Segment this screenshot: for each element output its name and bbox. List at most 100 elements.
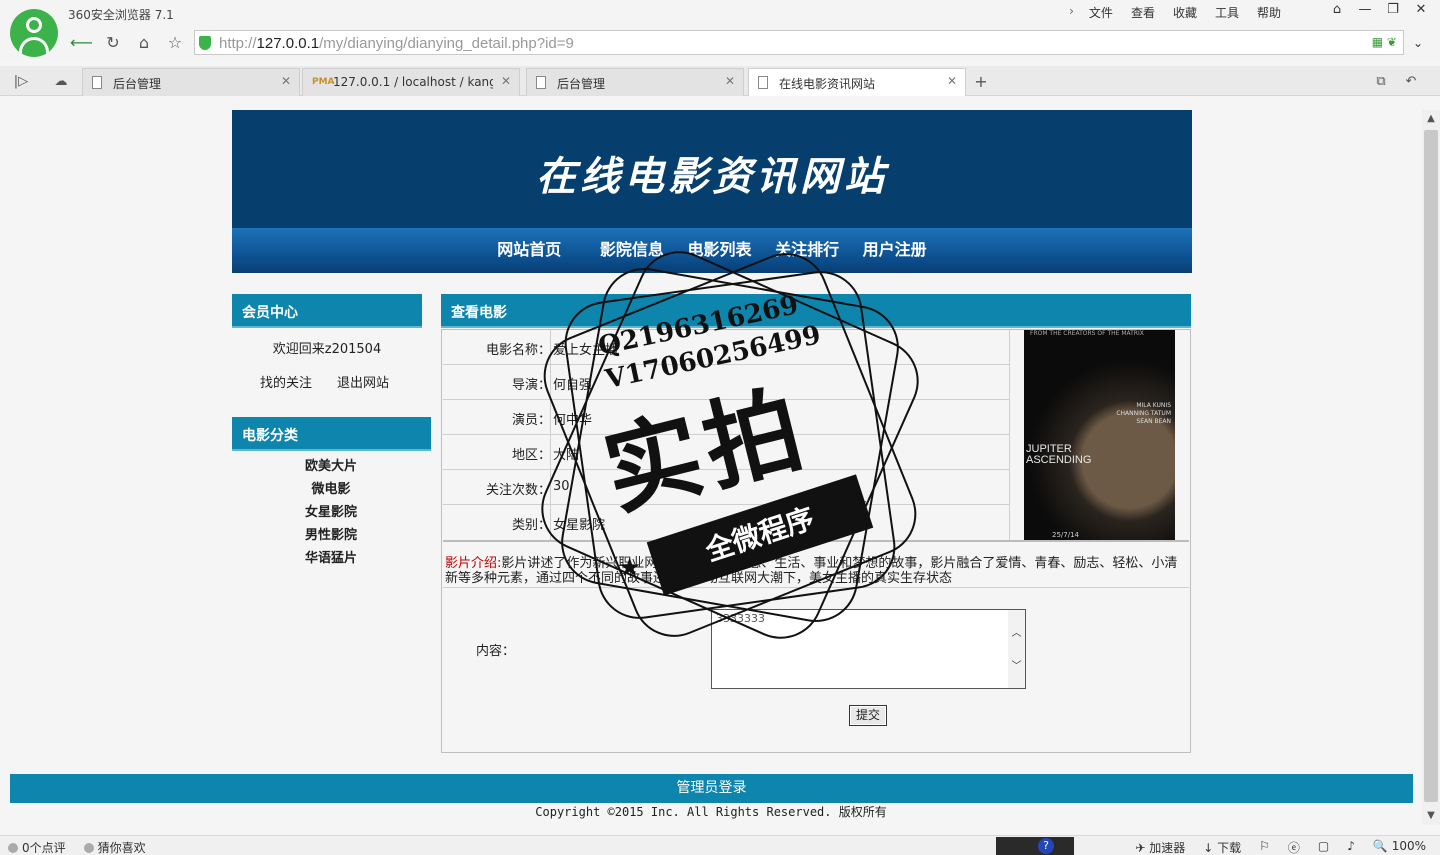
skin-icon[interactable]: ⌂ [1326, 2, 1348, 17]
detail-row: 关注次数： 30 [443, 470, 1009, 505]
tab-bar: |▷ ☁ 后台管理 ✕ PMA 127.0.0.1 / localhost / … [0, 66, 1440, 96]
nav-follow-rank[interactable]: 关注排行 [775, 240, 839, 259]
comment-icon [8, 843, 18, 853]
home-icon[interactable]: ⌂ [133, 32, 155, 54]
qr-leaf-icon[interactable]: ▦ ❦ [1372, 35, 1397, 49]
tab-close-icon[interactable]: ✕ [501, 74, 511, 88]
maximize-icon[interactable]: ❐ [1382, 2, 1404, 17]
window-icon[interactable]: ▢ [1318, 839, 1329, 855]
menu-help[interactable]: 帮助 [1248, 4, 1290, 21]
category-title: 电影分类 [232, 417, 431, 451]
page-icon [758, 76, 768, 89]
divider [443, 587, 1189, 588]
detail-row: 演员： 何中华 [443, 400, 1009, 435]
help-icon: ? [1038, 838, 1054, 854]
nav-cinema-info[interactable]: 影院信息 [600, 240, 664, 259]
movie-intro: 影片介绍:影片讲述了作为新兴职业网络主播们有关情感、生活、事业和梦想的故事，影片… [443, 556, 1188, 586]
tab-movie-site[interactable]: 在线电影资讯网站 ✕ [748, 68, 966, 96]
nav-home[interactable]: 网站首页 [497, 240, 561, 259]
refresh-icon[interactable]: ↻ [102, 32, 124, 54]
detail-row: 类别： 女星影院 [443, 505, 1009, 540]
nav-register[interactable]: 用户注册 [863, 240, 927, 259]
category-western[interactable]: 欧美大片 [232, 455, 430, 474]
movie-name: 爱上女主播 [553, 343, 619, 358]
divider [443, 540, 1189, 542]
heart-icon [83, 843, 94, 853]
site-title: 在线电影资讯网站 [536, 153, 888, 200]
submit-button[interactable]: 提交 [849, 705, 887, 726]
flag-icon[interactable]: ⚐ [1259, 839, 1270, 855]
tab-phpmyadmin[interactable]: PMA 127.0.0.1 / localhost / kang_ ✕ [302, 68, 520, 96]
admin-login-link[interactable]: 管理员登录 [10, 774, 1413, 803]
category: 女星影院 [553, 518, 606, 533]
scroll-thumb[interactable] [1424, 130, 1438, 802]
tab-admin-1[interactable]: 后台管理 ✕ [82, 68, 300, 96]
comment-textarea[interactable]: 3333333 ︿ ﹀ [711, 609, 1026, 689]
intro-label: 影片介绍: [445, 556, 502, 571]
category-chinese[interactable]: 华语猛片 [232, 547, 430, 566]
logout-link[interactable]: 退出网站 [337, 372, 389, 391]
page-icon [92, 76, 102, 89]
zoom-level[interactable]: 🔍 100% [1373, 839, 1426, 855]
site-banner: 在线电影资讯网站 [232, 110, 1192, 228]
textarea-scrollbar[interactable]: ︿ ﹀ [1008, 610, 1025, 688]
intro-text: 影片讲述了作为新兴职业网络主播们有关情感、生活、事业和梦想的故事，影片融合了爱情… [445, 556, 1178, 586]
user-avatar[interactable] [10, 9, 58, 57]
site-nav: 网站首页 影院信息 电影列表 关注排行 用户注册 [232, 228, 1192, 273]
table-divider [1009, 330, 1010, 541]
minimize-icon[interactable]: — [1354, 2, 1376, 17]
close-window-icon[interactable]: ✕ [1410, 2, 1432, 17]
detail-title: 查看电影 [441, 294, 1191, 328]
ie-icon[interactable]: ⓔ [1288, 839, 1300, 855]
menu-file[interactable]: 文件 [1080, 4, 1122, 21]
comments-status[interactable]: 0个点评 [8, 839, 66, 855]
menu-tools[interactable]: 工具 [1206, 4, 1248, 21]
director: 何自强 [553, 378, 593, 393]
ime-toolbar[interactable]: ? [996, 837, 1074, 855]
scroll-down-icon[interactable]: ▼ [1422, 807, 1440, 825]
content-label: 内容： [476, 644, 516, 659]
browser-titlebar: 360安全浏览器 7.1 › 文件 查看 收藏 工具 帮助 ⌂ — ❐ ✕ [0, 0, 1440, 28]
url-text[interactable]: http://127.0.0.1/my/dianying/dianying_de… [219, 35, 574, 52]
tab-close-icon[interactable]: ✕ [281, 74, 291, 88]
back-icon[interactable]: ⟵ [70, 32, 93, 54]
menu-expand-icon[interactable]: › [1063, 4, 1080, 21]
volume-icon[interactable]: ♪ [1347, 839, 1355, 855]
tab-list-icon[interactable]: ⧉ [1370, 71, 1392, 93]
tab-admin-2[interactable]: 后台管理 ✕ [526, 68, 744, 96]
menu-favorites[interactable]: 收藏 [1164, 4, 1206, 21]
window-controls: ⌂ — ❐ ✕ [1326, 2, 1432, 17]
nav-movie-list[interactable]: 电影列表 [687, 240, 751, 259]
category-micro[interactable]: 微电影 [232, 478, 430, 497]
bookmark-star-icon[interactable]: ☆ [164, 32, 186, 54]
browser-statusbar: 0个点评 猜你喜欢 ? ✈ 加速器 ↓ 下载 ⚐ ⓔ ▢ ♪ 🔍 100% [0, 835, 1440, 855]
menu-view[interactable]: 查看 [1122, 4, 1164, 21]
category-actress[interactable]: 女星影院 [232, 501, 430, 520]
address-dropdown-icon[interactable]: ⌄ [1406, 32, 1430, 54]
tab-close-icon[interactable]: ✕ [725, 74, 735, 88]
actor: 何中华 [553, 413, 593, 428]
app-title: 360安全浏览器 7.1 [68, 8, 174, 22]
undo-close-icon[interactable]: ↶ [1400, 71, 1422, 93]
accelerator-button[interactable]: ✈ 加速器 [1135, 839, 1185, 855]
download-button[interactable]: ↓ 下载 [1203, 839, 1241, 855]
cloud-icon[interactable]: ☁ [50, 71, 72, 93]
security-shield-icon [199, 36, 211, 50]
category-male[interactable]: 男性影院 [232, 524, 430, 543]
page-scrollbar[interactable]: ▲ ▼ [1422, 110, 1440, 825]
browser-navbar: ⟵ ↻ ⌂ ☆ http://127.0.0.1/my/dianying/dia… [0, 28, 1440, 58]
detail-row: 电影名称： 爱上女主播 [443, 330, 1009, 365]
sidebar-toggle-icon[interactable]: |▷ [10, 71, 32, 93]
region: 大陆 [553, 448, 580, 463]
movie-poster[interactable]: FROM THE CREATORS OF THE MATRIX MILA KUN… [1024, 330, 1175, 541]
tab-close-icon[interactable]: ✕ [947, 74, 957, 88]
follow-count: 30 [553, 479, 570, 494]
new-tab-icon[interactable]: + [970, 71, 992, 93]
scroll-up-icon[interactable]: ▲ [1422, 110, 1440, 128]
copyright: Copyright ©2015 Inc. All Rights Reserved… [535, 805, 887, 819]
address-bar[interactable]: http://127.0.0.1/my/dianying/dianying_de… [194, 30, 1404, 55]
guess-you-like[interactable]: 猜你喜欢 [83, 839, 146, 855]
phpmyadmin-icon: PMA [312, 77, 335, 87]
detail-row: 地区： 大陆 [443, 435, 1009, 470]
my-follow-link[interactable]: 找的关注 [260, 372, 312, 391]
